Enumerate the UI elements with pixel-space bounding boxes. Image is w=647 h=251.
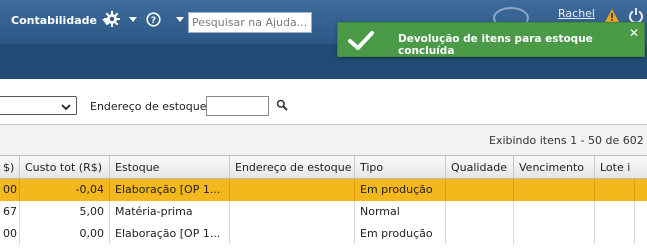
table-cell: 00 bbox=[0, 223, 20, 245]
toast-message: Devolução de itens para estoque concluíd… bbox=[398, 33, 593, 57]
table-cell: Matéria-prima bbox=[110, 201, 230, 223]
table-cell: Elaboração [OP 1... bbox=[110, 223, 230, 245]
search-icon[interactable] bbox=[276, 99, 288, 114]
table-cell: Em produção bbox=[355, 223, 446, 245]
contabilidade-menu-label: Contabilidade bbox=[11, 14, 97, 27]
table-cell: 0,00 bbox=[20, 223, 110, 245]
table-cell: 67 bbox=[0, 201, 20, 223]
table-cell bbox=[446, 223, 514, 245]
column-header[interactable]: Qualidade bbox=[446, 156, 514, 179]
column-header[interactable]: $) bbox=[0, 156, 20, 179]
help-icon[interactable]: ? bbox=[146, 12, 161, 30]
table-cell bbox=[446, 179, 514, 201]
gear-menu-chevron-icon[interactable] bbox=[129, 17, 137, 22]
table-cell bbox=[230, 223, 355, 245]
column-header[interactable]: Custo tot (R$) bbox=[20, 156, 110, 179]
table-cell: Em produção bbox=[355, 179, 446, 201]
stock-address-input[interactable] bbox=[206, 96, 269, 116]
table-cell: Normal bbox=[355, 201, 446, 223]
table-cell: 5,00 bbox=[20, 201, 110, 223]
filter-bar: Endereço de estoque bbox=[0, 79, 647, 125]
table-cell bbox=[446, 201, 514, 223]
success-toast: Devolução de itens para estoque concluíd… bbox=[337, 22, 645, 57]
table-cell bbox=[514, 223, 595, 245]
table-cell bbox=[230, 179, 355, 201]
help-menu-chevron-icon[interactable] bbox=[176, 17, 184, 22]
table-cell bbox=[595, 201, 635, 223]
user-name-link[interactable]: Rachel bbox=[558, 7, 595, 20]
svg-text:?: ? bbox=[151, 16, 156, 26]
table-cell: 00 bbox=[0, 179, 20, 201]
close-icon[interactable]: ✕ bbox=[629, 26, 639, 40]
help-search-input[interactable] bbox=[188, 12, 312, 33]
chevron-down-icon bbox=[61, 101, 71, 114]
pagination-summary: Exibindo itens 1 - 50 de 602 bbox=[489, 134, 644, 147]
column-header[interactable]: Estoque bbox=[110, 156, 230, 179]
column-header[interactable]: Tipo bbox=[355, 156, 446, 179]
table-cell: Elaboração [OP 1... bbox=[110, 179, 230, 201]
table-cell: -0,04 bbox=[20, 179, 110, 201]
table-row[interactable]: 67 5,00 Matéria-prima Normal bbox=[0, 201, 647, 223]
table-cell bbox=[595, 223, 635, 245]
contabilidade-menu[interactable]: Contabilidade bbox=[11, 14, 110, 27]
table-row[interactable]: 00 -0,04 Elaboração [OP 1... Em produção bbox=[0, 179, 647, 201]
stock-address-label: Endereço de estoque bbox=[90, 100, 207, 113]
gear-icon[interactable] bbox=[104, 11, 120, 30]
table-row[interactable]: 00 0,00 Elaboração [OP 1... Em produção bbox=[0, 223, 647, 245]
checkmark-icon bbox=[347, 30, 375, 55]
column-header[interactable]: Lote i bbox=[595, 156, 647, 179]
column-header[interactable]: Endereço de estoque bbox=[230, 156, 355, 179]
table-cell bbox=[230, 201, 355, 223]
table-cell bbox=[514, 179, 595, 201]
filter-select[interactable] bbox=[0, 96, 77, 115]
table-header: $) Custo tot (R$) Estoque Endereço de es… bbox=[0, 155, 647, 179]
column-header[interactable]: Vencimento bbox=[514, 156, 595, 179]
table-cell bbox=[514, 201, 595, 223]
table-cell bbox=[595, 179, 635, 201]
